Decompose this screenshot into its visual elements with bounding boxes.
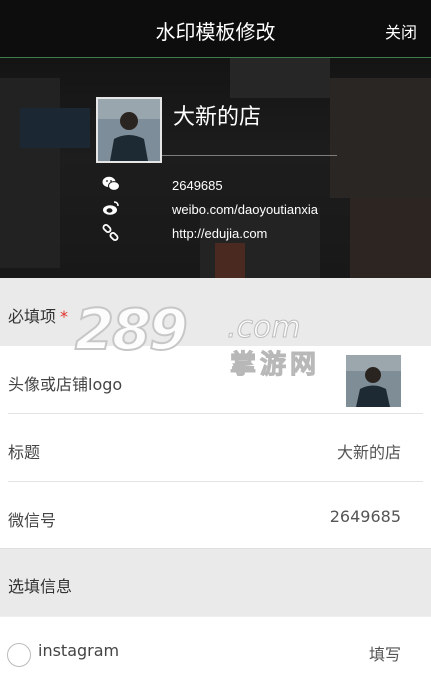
- name-divider: [162, 155, 337, 156]
- wechat-icon: [102, 176, 120, 194]
- title-label: 标题: [8, 443, 41, 462]
- title-row[interactable]: 标题 大新的店: [0, 414, 431, 482]
- background-photo: [0, 78, 60, 268]
- avatar: [96, 97, 162, 163]
- required-section-header: 必填项 *: [0, 278, 431, 346]
- weibo-icon: [102, 200, 120, 218]
- link-icon: [102, 224, 120, 242]
- close-button[interactable]: 关闭: [385, 19, 417, 43]
- wechat-text: 2649685: [172, 178, 223, 193]
- wechat-row: 2649685: [102, 176, 402, 196]
- wechat-id-label: 微信号: [8, 511, 57, 530]
- optional-section-title: 选填信息: [8, 577, 73, 596]
- watermark-preview: 大新的店 2649685 weibo.com/daoyoutianxia htt…: [0, 58, 431, 278]
- wechat-id-row[interactable]: 微信号 2649685: [0, 482, 431, 548]
- instagram-checkbox[interactable]: [7, 643, 31, 667]
- required-section-title: 必填项: [8, 307, 57, 326]
- store-name: 大新的店: [173, 105, 262, 130]
- instagram-label: instagram: [38, 641, 120, 660]
- page-title: 水印模板修改: [155, 20, 276, 44]
- wechat-id-value: 2649685: [329, 507, 401, 526]
- logo-thumbnail[interactable]: [346, 355, 401, 407]
- top-bar: 水印模板修改 关闭: [0, 0, 431, 58]
- link-text: http://edujia.com: [172, 226, 268, 241]
- weibo-row: weibo.com/daoyoutianxia: [102, 200, 402, 220]
- avatar-logo-label: 头像或店铺logo: [8, 375, 123, 394]
- instagram-row[interactable]: instagram 填写: [0, 617, 431, 681]
- title-value: 大新的店: [336, 443, 401, 462]
- optional-section-header: 选填信息: [0, 548, 431, 616]
- weibo-text: weibo.com/daoyoutianxia: [172, 202, 318, 217]
- required-star: *: [60, 307, 69, 326]
- instagram-fill-button[interactable]: 填写: [369, 641, 401, 665]
- avatar-logo-row[interactable]: 头像或店铺logo: [0, 346, 431, 414]
- link-row: http://edujia.com: [102, 224, 402, 244]
